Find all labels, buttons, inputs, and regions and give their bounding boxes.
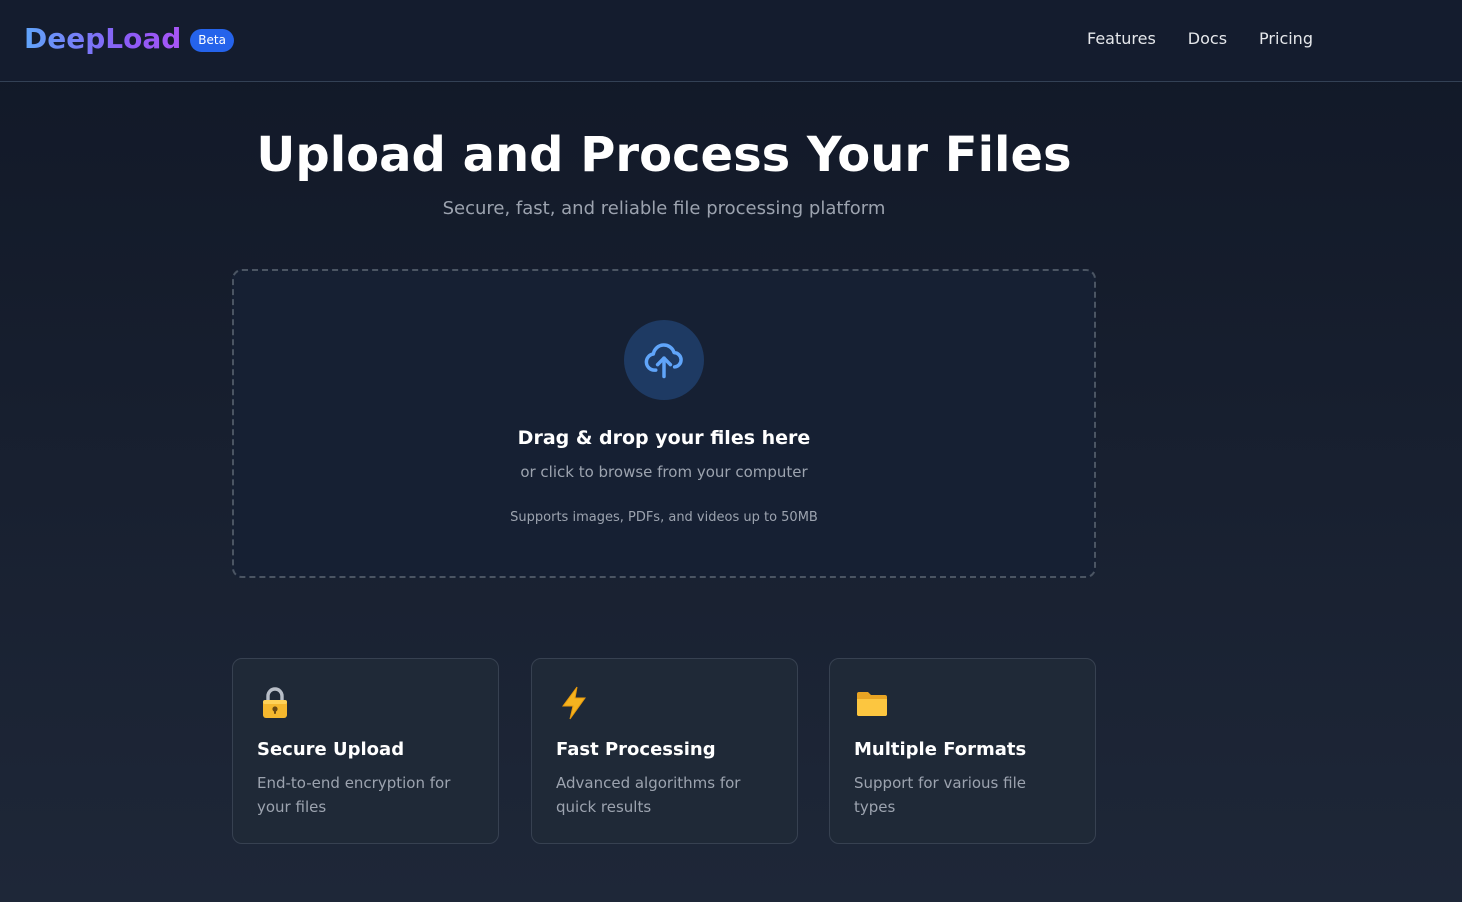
logo[interactable]: DeepLoad Beta xyxy=(24,20,234,58)
upload-icon-circle xyxy=(624,320,704,400)
dropzone-subtitle: or click to browse from your computer xyxy=(520,463,808,481)
dropzone-supported-formats: Supports images, PDFs, and videos up to … xyxy=(510,510,818,525)
nav-link-docs[interactable]: Docs xyxy=(1188,28,1227,50)
file-dropzone[interactable]: Drag & drop your files here or click to … xyxy=(232,269,1096,578)
folder-icon xyxy=(854,685,890,721)
feature-card-secure-upload: Secure Upload End-to-end encryption for … xyxy=(232,658,499,844)
feature-description: Advanced algorithms for quick results xyxy=(556,774,741,816)
nav-links: Features Docs Pricing xyxy=(1087,28,1313,50)
feature-card-multiple-formats: Multiple Formats Support for various fil… xyxy=(829,658,1096,844)
page-title: Upload and Process Your Files xyxy=(256,127,1072,183)
dropzone-title: Drag & drop your files here xyxy=(517,427,811,449)
cloud-upload-icon xyxy=(644,343,683,379)
feature-title: Secure Upload xyxy=(257,739,405,760)
logo-text[interactable]: DeepLoad xyxy=(24,20,181,58)
top-navigation: DeepLoad Beta Features Docs Pricing xyxy=(0,0,1462,82)
beta-badge: Beta xyxy=(190,28,234,52)
feature-card-fast-processing: Fast Processing Advanced algorithms for … xyxy=(531,658,798,844)
page-subtitle: Secure, fast, and reliable file processi… xyxy=(442,198,886,219)
lock-icon xyxy=(257,685,293,721)
feature-description: End-to-end encryption for your files xyxy=(257,774,451,816)
nav-link-pricing[interactable]: Pricing xyxy=(1259,28,1313,50)
nav-link-features[interactable]: Features xyxy=(1087,28,1156,50)
lightning-icon xyxy=(556,685,592,721)
feature-title: Multiple Formats xyxy=(854,739,1027,760)
feature-title: Fast Processing xyxy=(556,739,716,760)
feature-description: Support for various file types xyxy=(854,774,1026,816)
